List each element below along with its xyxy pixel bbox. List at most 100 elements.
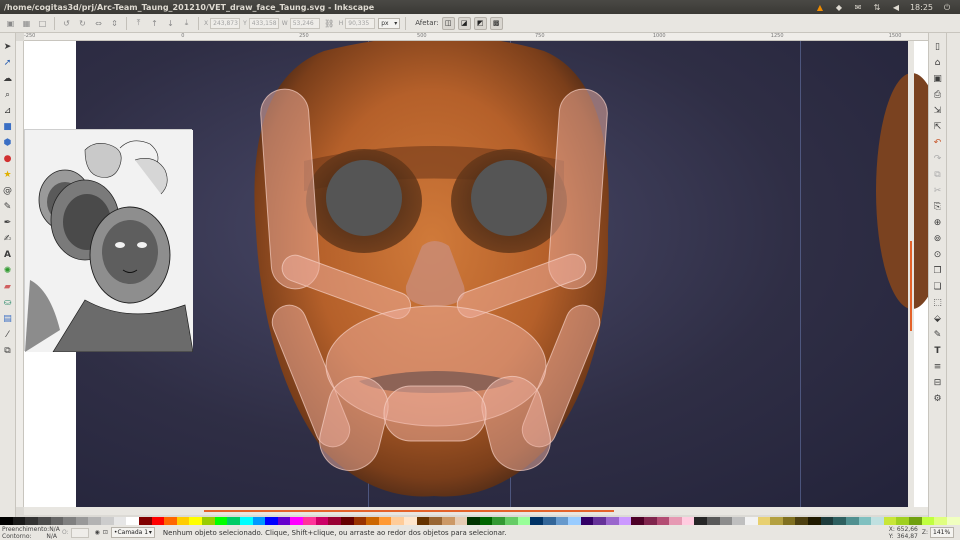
palette-swatch[interactable] (265, 517, 278, 525)
star-tool-icon[interactable]: ★ (1, 169, 14, 182)
palette-swatch[interactable] (820, 517, 834, 525)
undo-icon[interactable]: ↶ (931, 137, 944, 150)
palette-swatch[interactable] (176, 517, 190, 525)
node-tool-icon[interactable]: ➚ (1, 57, 14, 70)
palette-swatch[interactable] (909, 517, 922, 525)
select-all-icon[interactable]: ▣ (4, 17, 17, 30)
eye-icon[interactable]: ◉ (95, 529, 100, 536)
palette-swatch[interactable] (353, 517, 367, 525)
palette-swatch[interactable] (239, 517, 253, 525)
palette-swatch[interactable] (429, 517, 442, 525)
spiral-tool-icon[interactable]: @ (1, 185, 14, 198)
palette-swatch[interactable] (315, 517, 329, 525)
palette-swatch[interactable] (391, 517, 404, 525)
scale-stroke-icon[interactable]: ◫ (441, 16, 455, 30)
palette-swatch[interactable] (25, 517, 38, 525)
palette-swatch[interactable] (631, 517, 644, 525)
save-icon[interactable]: ▣ (931, 73, 944, 86)
palette-swatch[interactable] (303, 517, 316, 525)
clone-icon[interactable]: ❏ (931, 281, 944, 294)
palette-swatch[interactable] (530, 517, 543, 525)
palette-swatch[interactable] (214, 517, 228, 525)
dropbox-icon[interactable]: ◆ (834, 3, 844, 12)
rotate-cw-icon[interactable]: ↻ (76, 17, 89, 30)
scale-corners-icon[interactable]: ◪ (457, 16, 471, 30)
mail-icon[interactable]: ✉ (853, 3, 863, 12)
pencil-tool-icon[interactable]: ✎ (1, 201, 14, 214)
text-tool-icon[interactable]: A (1, 249, 14, 262)
vertical-ruler[interactable] (16, 41, 24, 507)
opacity-field[interactable]: O: (62, 527, 89, 538)
volume-icon[interactable]: ◀ (891, 3, 901, 12)
horizontal-scrollbar[interactable] (24, 507, 928, 515)
palette-swatch[interactable] (555, 517, 569, 525)
palette-swatch[interactable] (101, 517, 114, 525)
network-icon[interactable]: ⇅ (872, 3, 882, 12)
palette-swatch[interactable] (366, 517, 379, 525)
palette-swatch[interactable] (340, 517, 354, 525)
select-all-layers-icon[interactable]: ▦ (20, 17, 33, 30)
ungroup-icon[interactable]: ⬙ (931, 313, 944, 326)
measure-tool-icon[interactable]: ⊿ (1, 105, 14, 118)
secondary-skull-shape[interactable] (876, 73, 928, 309)
fill-stroke-icon[interactable]: ✎ (931, 329, 944, 342)
move-gradients-icon[interactable]: ◩ (473, 16, 487, 30)
deselect-icon[interactable]: □ (36, 17, 49, 30)
palette-swatch[interactable] (467, 517, 480, 525)
palette-swatch[interactable] (454, 517, 468, 525)
w-input[interactable]: 53,246 (289, 17, 320, 29)
palette-swatch[interactable] (782, 517, 796, 525)
power-icon[interactable]: ⏻ (942, 3, 952, 12)
palette-swatch[interactable] (643, 517, 657, 525)
zoom-input[interactable]: 141% (930, 527, 954, 538)
palette-swatch[interactable] (542, 517, 556, 525)
dropper-tool-icon[interactable]: ⁄ (1, 329, 14, 342)
y-input[interactable]: 433,158 (248, 17, 279, 29)
drawing-canvas[interactable] (24, 41, 928, 507)
redo-icon[interactable]: ↷ (931, 153, 944, 166)
open-icon[interactable]: ⌂ (931, 57, 944, 70)
palette-swatch[interactable] (50, 517, 64, 525)
horizontal-scroll-thumb[interactable] (204, 510, 614, 512)
copy-icon[interactable]: ⧉ (931, 169, 944, 182)
palette-swatch[interactable] (606, 517, 619, 525)
palette-swatch[interactable] (946, 517, 960, 525)
palette-swatch[interactable] (113, 517, 127, 525)
palette-swatch[interactable] (151, 517, 165, 525)
palette-swatch[interactable] (189, 517, 202, 525)
palette-swatch[interactable] (75, 517, 89, 525)
new-document-icon[interactable]: ▯ (931, 41, 944, 54)
lower-to-bottom-icon[interactable]: ⤓ (180, 17, 193, 30)
rotate-ccw-icon[interactable]: ↺ (60, 17, 73, 30)
ellipse-tool-icon[interactable]: ● (1, 153, 14, 166)
palette-swatch[interactable] (505, 517, 518, 525)
cut-icon[interactable]: ✂ (931, 185, 944, 198)
palette-swatch[interactable] (479, 517, 493, 525)
zoom-selection-icon[interactable]: ⊕ (931, 217, 944, 230)
lower-icon[interactable]: ↓ (164, 17, 177, 30)
export-icon[interactable]: ⇱ (931, 121, 944, 134)
h-input[interactable]: 90,335 (345, 17, 376, 29)
preferences-icon[interactable]: ⚙ (931, 393, 944, 406)
palette-swatch[interactable] (694, 517, 707, 525)
palette-swatch[interactable] (252, 517, 266, 525)
palette-swatch[interactable] (580, 517, 594, 525)
palette-swatch[interactable] (656, 517, 670, 525)
palette-swatch[interactable] (164, 517, 177, 525)
palette-swatch[interactable] (744, 517, 758, 525)
palette-swatch[interactable] (568, 517, 581, 525)
palette-swatch[interactable] (517, 517, 531, 525)
y-field[interactable]: Y 433,158 (243, 17, 279, 29)
h-field[interactable]: H 90,335 (339, 17, 376, 29)
x-field[interactable]: X 243,873 (204, 17, 241, 29)
align-icon[interactable]: ⊟ (931, 377, 944, 390)
raise-icon[interactable]: ↑ (148, 17, 161, 30)
left-eye-shape[interactable] (326, 160, 402, 236)
raise-to-top-icon[interactable]: ⤒ (132, 17, 145, 30)
skull-artwork[interactable] (24, 41, 928, 507)
gradient-tool-icon[interactable]: ▤ (1, 313, 14, 326)
palette-swatch[interactable] (669, 517, 682, 525)
palette-swatch[interactable] (833, 517, 846, 525)
x-input[interactable]: 243,873 (210, 17, 241, 29)
palette-swatch[interactable] (328, 517, 341, 525)
